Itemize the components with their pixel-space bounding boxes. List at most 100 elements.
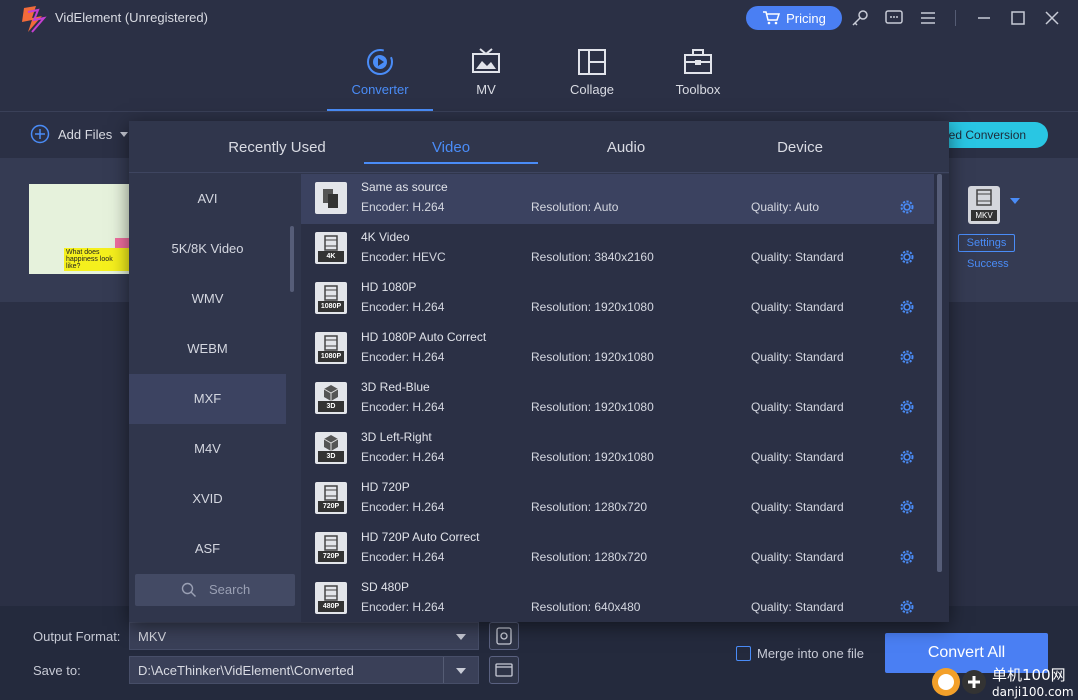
gear-icon[interactable]: [898, 298, 916, 316]
minimize-icon[interactable]: [974, 8, 994, 28]
preset-row[interactable]: 3D 3D Left-Right Encoder: H.264 Resolution:…: [301, 424, 934, 474]
preset-resolution: Resolution: 3840x2160: [531, 250, 654, 264]
merge-option[interactable]: Merge into one file: [736, 646, 864, 661]
tab-converter[interactable]: Converter: [327, 36, 433, 111]
preset-format-icon: 1080P: [315, 332, 347, 364]
tab-video[interactable]: Video: [364, 121, 538, 173]
preset-row[interactable]: 720P HD 720P Auto Correct Encoder: H.264 Re…: [301, 524, 934, 574]
preset-tag: 4K: [318, 251, 344, 262]
status-text: Success: [967, 258, 1009, 270]
thumbnail-caption: What does happiness look like?: [64, 248, 131, 271]
preset-encoder: Encoder: H.264: [361, 500, 445, 514]
tab-collage[interactable]: Collage: [539, 36, 645, 111]
format-settings-button[interactable]: [489, 622, 519, 650]
format-dropdown-icon[interactable]: [1010, 198, 1020, 204]
chevron-down-icon[interactable]: [120, 131, 129, 137]
preset-format-icon: [315, 182, 347, 214]
preset-resolution: Resolution: Auto: [531, 200, 619, 214]
preset-encoder: Encoder: H.264: [361, 350, 445, 364]
search-input[interactable]: Search: [135, 574, 295, 606]
preset-row[interactable]: 480P SD 480P Encoder: H.264 Resolution: 640…: [301, 574, 934, 622]
category-webm[interactable]: WEBM: [129, 324, 286, 374]
category-wmv[interactable]: WMV: [129, 274, 286, 324]
merge-checkbox[interactable]: [736, 646, 751, 661]
category-xvid[interactable]: XVID: [129, 474, 286, 524]
app-logo-icon: [22, 6, 47, 33]
category-asf[interactable]: ASF: [129, 524, 286, 574]
output-format-select[interactable]: MKV: [129, 622, 479, 650]
preset-row[interactable]: 720P HD 720P Encoder: H.264 Resolution: 128…: [301, 474, 934, 524]
settings-icon: [496, 627, 512, 645]
preset-format-icon: 1080P: [315, 282, 347, 314]
output-format-label: Output Format:: [33, 629, 121, 644]
title-bar: VidElement (Unregistered) Pricing: [0, 0, 1078, 36]
category-mxf[interactable]: MXF: [129, 374, 286, 424]
tab-device[interactable]: Device: [713, 121, 887, 173]
preset-row[interactable]: 1080P HD 1080P Auto Correct Encoder: H.264…: [301, 324, 934, 374]
tab-toolbox-label: Toolbox: [675, 82, 721, 97]
add-files-label: Add Files: [58, 126, 113, 142]
gear-icon[interactable]: [898, 348, 916, 366]
gear-icon[interactable]: [898, 548, 916, 566]
preset-row[interactable]: Same as source Encoder: H.264 Resolution: …: [301, 174, 934, 224]
category-5k8k-video[interactable]: 5K/8K Video: [129, 224, 286, 274]
video-thumbnail[interactable]: What does happiness look like?: [29, 184, 131, 274]
tab-audio[interactable]: Audio: [539, 121, 713, 173]
app-title: VidElement (Unregistered): [55, 10, 208, 25]
preset-resolution: Resolution: 1920x1080: [531, 400, 654, 414]
tab-toolbox[interactable]: Toolbox: [645, 36, 751, 111]
pricing-label: Pricing: [786, 10, 826, 26]
category-scrollbar[interactable]: [290, 226, 294, 292]
preset-quality: Quality: Standard: [751, 250, 844, 264]
preset-quality: Quality: Standard: [751, 400, 844, 414]
preset-tag: 3D: [318, 451, 344, 462]
preset-quality: Quality: Standard: [751, 500, 844, 514]
category-m4v[interactable]: M4V: [129, 424, 286, 474]
preset-row[interactable]: 4K 4K Video Encoder: HEVC Resolution: 3840x…: [301, 224, 934, 274]
search-placeholder: Search: [209, 582, 251, 597]
search-icon: [181, 582, 196, 597]
preset-scrollbar[interactable]: [937, 174, 942, 572]
preset-row[interactable]: 1080P HD 1080P Encoder: H.264 Resolution: 1…: [301, 274, 934, 324]
tab-recently-used[interactable]: Recently Used: [190, 121, 364, 173]
category-avi[interactable]: AVI: [129, 174, 286, 224]
preset-encoder: Encoder: H.264: [361, 550, 445, 564]
maximize-icon[interactable]: [1008, 8, 1028, 28]
preset-quality: Quality: Auto: [751, 200, 820, 214]
gear-icon[interactable]: [898, 448, 916, 466]
svg-text:单机100网: 单机100网: [992, 666, 1066, 684]
preset-resolution: Resolution: 1920x1080: [531, 300, 654, 314]
preset-name: HD 1080P: [361, 280, 417, 294]
preset-name: HD 720P Auto Correct: [361, 530, 480, 544]
svg-text:danji100.com: danji100.com: [992, 685, 1074, 699]
output-format-icon[interactable]: MKV: [968, 186, 1000, 224]
preset-format-icon: 3D: [315, 432, 347, 464]
gear-icon[interactable]: [898, 248, 916, 266]
tab-mv-label: MV: [476, 82, 496, 97]
gear-icon[interactable]: [898, 498, 916, 516]
key-icon[interactable]: [850, 8, 870, 28]
pricing-button[interactable]: Pricing: [746, 6, 842, 30]
tv-icon: [472, 48, 500, 73]
preset-name: Same as source: [361, 180, 448, 194]
preset-tag: 1080P: [318, 351, 344, 362]
film-icon: [976, 189, 992, 206]
feedback-icon[interactable]: [884, 8, 904, 28]
gear-icon[interactable]: [898, 198, 916, 216]
preset-resolution: Resolution: 1280x720: [531, 550, 648, 564]
select-divider: [443, 657, 444, 683]
chevron-down-icon: [456, 668, 466, 674]
main-nav: Converter MV Collage Toolbox: [0, 36, 1078, 112]
settings-button[interactable]: Settings: [958, 234, 1015, 252]
add-files-button[interactable]: Add Files: [30, 124, 129, 144]
menu-icon[interactable]: [918, 8, 938, 28]
preset-quality: Quality: Standard: [751, 300, 844, 314]
tab-mv[interactable]: MV: [433, 36, 539, 111]
open-folder-button[interactable]: [489, 656, 519, 684]
preset-row[interactable]: 3D 3D Red-Blue Encoder: H.264 Resolution: 1…: [301, 374, 934, 424]
save-to-select[interactable]: D:\AceThinker\VidElement\Converted: [129, 656, 479, 684]
gear-icon[interactable]: [898, 398, 916, 416]
close-icon[interactable]: [1042, 8, 1062, 28]
preset-name: 3D Red-Blue: [361, 380, 430, 394]
gear-icon[interactable]: [898, 598, 916, 616]
